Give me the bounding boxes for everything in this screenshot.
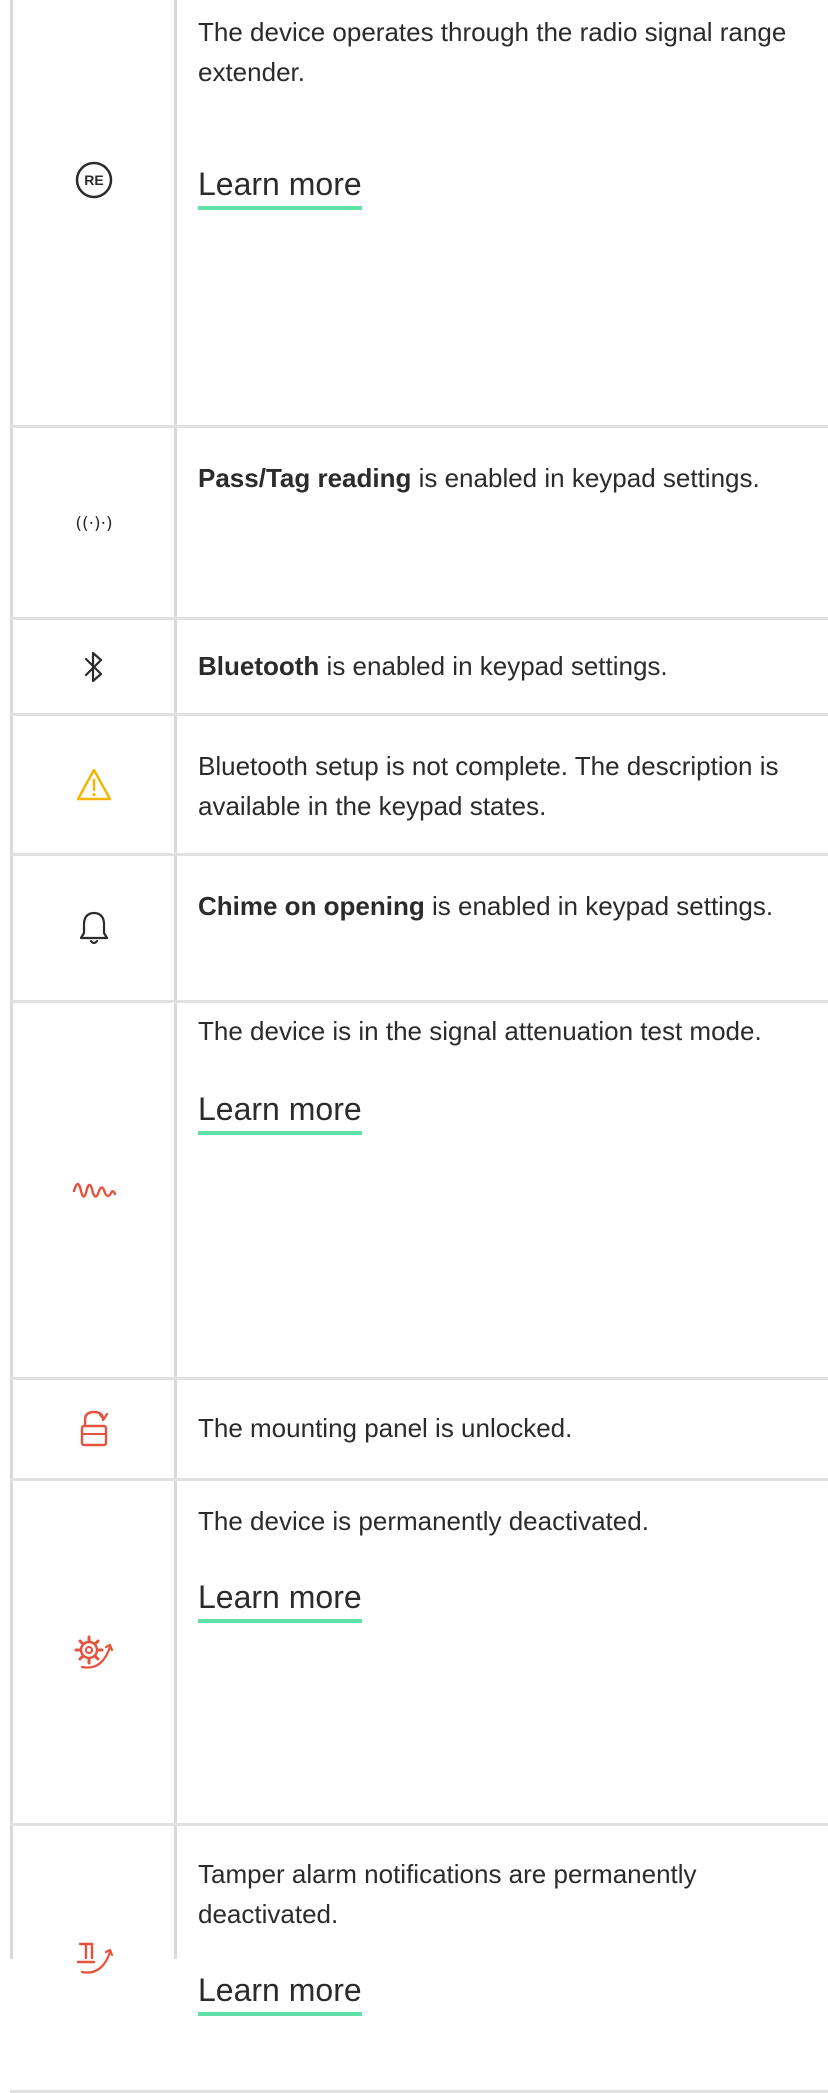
row-description: The device operates through the radio si… — [198, 17, 787, 87]
text-cell: The device is in the signal attenuation … — [198, 1011, 818, 1135]
learn-more-link[interactable]: Learn more — [198, 1577, 362, 1623]
learn-more-link[interactable]: Learn more — [198, 1089, 362, 1135]
unlocked-padlock-icon — [80, 1410, 109, 1447]
icon-cell — [14, 1826, 174, 2090]
row-description: Pass/Tag reading is enabled in keypad se… — [198, 458, 818, 498]
row-description: Bluetooth is enabled in keypad settings. — [198, 646, 818, 686]
text-cell: Bluetooth setup is not complete. The des… — [198, 746, 818, 826]
text-cell: The device is permanently deactivated. L… — [198, 1501, 818, 1623]
table-row: Bluetooth is enabled in keypad settings. — [0, 620, 828, 713]
icon-cell — [14, 620, 174, 713]
learn-more-link[interactable]: Learn more — [198, 1970, 362, 2016]
text-cell: Tamper alarm notifications are permanent… — [198, 1854, 818, 2016]
row-description: The mounting panel is unlocked. — [198, 1413, 573, 1443]
row-description: The device is permanently deactivated. — [198, 1506, 649, 1536]
setting-name: Bluetooth — [198, 651, 320, 681]
row-text: is enabled in keypad settings. — [411, 463, 760, 493]
tamper-deactivated-icon — [76, 1942, 114, 1974]
pass-tag-reading-glyph: ((·)·) — [75, 514, 112, 534]
table-row: The device is in the signal attenuation … — [0, 1003, 828, 1377]
icon-cell: ((·)·) — [14, 428, 174, 617]
device-icons-table: RE The device operates through the radio… — [0, 0, 828, 2093]
icon-cell — [14, 856, 174, 1000]
range-extender-icon-label: RE — [84, 172, 103, 188]
icon-cell: RE — [14, 0, 174, 360]
table-row: Chime on opening is enabled in keypad se… — [0, 856, 828, 1000]
range-extender-icon: RE — [75, 161, 113, 199]
table-row: Bluetooth setup is not complete. The des… — [0, 716, 828, 853]
text-cell: The device operates through the radio si… — [198, 12, 818, 210]
bell-icon — [79, 911, 109, 945]
signal-attenuation-icon — [72, 1182, 117, 1198]
setting-name: Chime on opening — [198, 891, 425, 921]
icon-cell — [14, 716, 174, 853]
table-row: The mounting panel is unlocked. — [0, 1380, 828, 1478]
icon-cell — [14, 1003, 174, 1377]
table-row: The device is permanently deactivated. L… — [0, 1481, 828, 1823]
text-cell: Chime on opening is enabled in keypad se… — [198, 886, 818, 926]
table-row: ((·)·) Pass/Tag reading is enabled in ke… — [0, 428, 828, 617]
text-cell: Bluetooth is enabled in keypad settings. — [198, 646, 818, 686]
warning-icon — [76, 768, 112, 800]
learn-more-link[interactable]: Learn more — [198, 164, 362, 210]
row-description: Tamper alarm notifications are permanent… — [198, 1859, 697, 1929]
table-row: RE The device operates through the radio… — [0, 0, 828, 425]
row-description: The device is in the signal attenuation … — [198, 1016, 762, 1046]
row-description: Chime on opening is enabled in keypad se… — [198, 886, 818, 926]
row-text: is enabled in keypad settings. — [424, 891, 774, 921]
gear-deactivated-icon — [74, 1635, 114, 1669]
setting-name: Pass/Tag reading — [198, 463, 412, 493]
icon-cell — [14, 1380, 174, 1478]
pass-tag-reading-icon: ((·)·) — [75, 514, 112, 534]
icon-cell — [14, 1481, 174, 1823]
bluetooth-icon — [84, 651, 103, 682]
row-text: is enabled in keypad settings. — [319, 651, 668, 681]
table-row: Tamper alarm notifications are permanent… — [0, 1826, 828, 2090]
row-description: Bluetooth setup is not complete. The des… — [198, 751, 779, 821]
text-cell: Pass/Tag reading is enabled in keypad se… — [198, 458, 818, 498]
text-cell: The mounting panel is unlocked. — [198, 1408, 818, 1448]
